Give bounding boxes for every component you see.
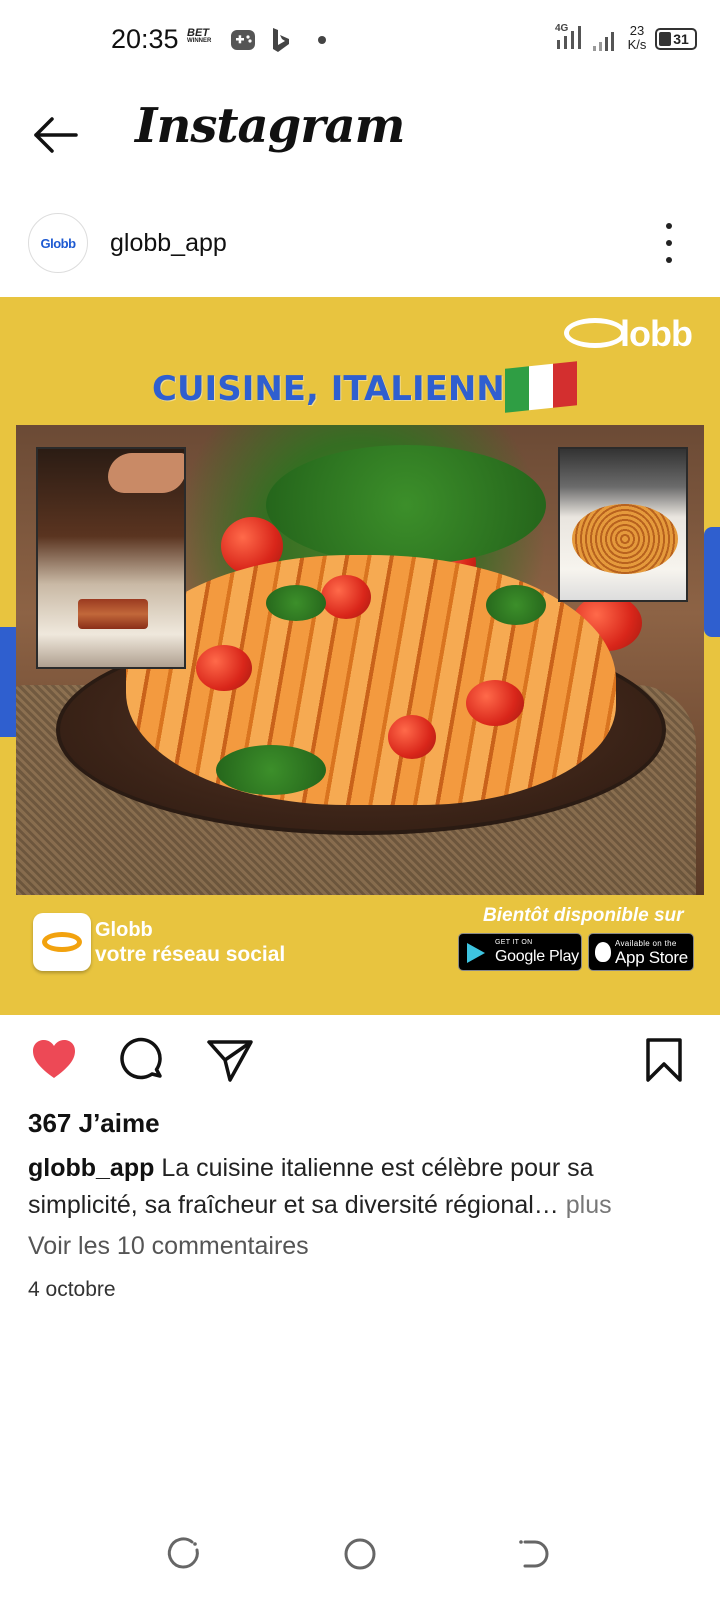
battery-icon: 31 [655, 28, 697, 50]
apple-icon [595, 942, 611, 962]
caption-more-link[interactable]: plus [566, 1191, 612, 1219]
post-actions [0, 1030, 720, 1090]
italy-flag-icon [505, 361, 577, 413]
nav-back-button[interactable] [515, 1534, 555, 1574]
avatar[interactable]: Globb [28, 213, 88, 273]
notification-dot-icon [318, 36, 326, 44]
signal-icon [593, 32, 614, 51]
bing-icon [273, 28, 289, 52]
post-header: Globb globb_app [0, 205, 720, 280]
google-play-icon [467, 943, 485, 963]
instagram-logo-title: Instagram [135, 98, 405, 154]
avatar-logo: Globb [40, 235, 76, 251]
battery-level: 31 [673, 31, 689, 47]
decorative-tab-right [704, 527, 720, 637]
gamepad-icon [231, 30, 255, 50]
home-circle-icon [344, 1538, 376, 1570]
nav-back-icon [523, 1540, 549, 1568]
likes-count[interactable]: 367 J’aime [28, 1108, 160, 1139]
send-icon [207, 1040, 253, 1082]
betwinner-line2: WINNER [187, 38, 212, 44]
arrow-left-icon [34, 117, 78, 153]
bookmark-icon [646, 1038, 682, 1082]
post-date: 4 octobre [28, 1278, 116, 1301]
seafood-pasta-inset-photo [558, 447, 688, 602]
view-comments-link[interactable]: Voir les 10 commentaires [28, 1232, 309, 1261]
system-nav-bar [0, 1520, 720, 1600]
lasagna-inset-photo [36, 447, 186, 669]
svg-text:4G: 4G [555, 23, 569, 34]
globb-logo: lobb [564, 313, 693, 355]
like-button[interactable] [30, 1036, 78, 1084]
app-store-badge: Available on the App Store [588, 933, 694, 971]
more-vertical-icon [666, 223, 672, 229]
more-options-button[interactable] [660, 223, 678, 263]
post-headline: CUISINE, ITALIENNE [152, 369, 528, 409]
google-play-badge: GET IT ON Google Play [458, 933, 582, 971]
post-image[interactable]: lobb CUISINE, ITALIENNE Globb votre rése… [0, 297, 720, 1015]
globb-app-icon [33, 913, 91, 971]
top-app-bar: Instagram [0, 90, 720, 180]
comment-button[interactable] [118, 1036, 166, 1084]
caption-username[interactable]: globb_app [28, 1154, 154, 1182]
network-speed: 23 K/s [624, 24, 650, 52]
post-caption: globb_app La cuisine italienne est célèb… [28, 1150, 698, 1224]
recents-icon [167, 1537, 199, 1569]
recents-button[interactable] [164, 1534, 204, 1574]
back-button[interactable] [30, 115, 80, 155]
share-button[interactable] [206, 1036, 254, 1084]
status-time: 20:35 [111, 24, 179, 54]
app-name: Globb [95, 919, 153, 941]
app-tagline: votre réseau social [95, 943, 286, 966]
status-bar: 20:35 BET WINNER 4G 23 K/s 31 [0, 0, 720, 80]
network-speed-unit: K/s [627, 37, 647, 52]
store-caption: Bientôt disponible sur [483, 905, 684, 926]
network-speed-value: 23 [629, 23, 645, 38]
heart-icon [33, 1040, 75, 1078]
save-button[interactable] [640, 1036, 688, 1084]
comment-icon [120, 1037, 162, 1080]
signal-4g-icon: 4G [555, 23, 581, 49]
home-button[interactable] [340, 1534, 380, 1574]
post-username[interactable]: globb_app [110, 229, 227, 258]
betwinner-notification-icon: BET WINNER [187, 28, 219, 45]
decorative-tab-left [0, 627, 16, 737]
